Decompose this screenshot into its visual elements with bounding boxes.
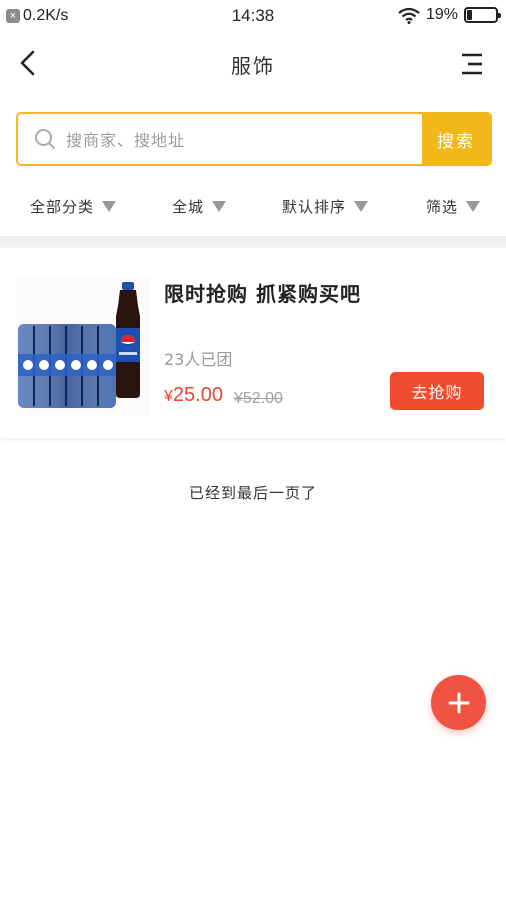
wifi-icon — [398, 7, 420, 24]
status-right: 19% — [398, 6, 501, 24]
battery-icon — [464, 7, 501, 23]
add-button[interactable] — [431, 675, 486, 730]
filter-bar: 全部分类 全城 默认排序 筛选 — [0, 190, 506, 226]
current-price: ¥25.00 — [164, 384, 223, 407]
original-price: ¥52.00 — [234, 390, 283, 407]
filter-sort[interactable]: 默认排序 — [282, 196, 369, 217]
search-icon — [35, 129, 55, 149]
filter-sort-label: 默认排序 — [282, 198, 347, 216]
nav-bar: 服饰 — [0, 32, 506, 94]
group-count: 23人已团 — [164, 350, 233, 369]
search-box: 搜商家、搜地址 搜索 — [16, 112, 492, 166]
product-card[interactable]: 限时抢购 抓紧购买吧 23人已团 ¥25.00 ¥52.00 去抢购 — [0, 250, 506, 438]
search-input[interactable]: 搜商家、搜地址 — [18, 114, 422, 164]
battery-percent: 19% — [425, 6, 458, 23]
dropdown-triangle-icon — [102, 201, 117, 212]
battery-level — [467, 10, 472, 20]
product-image[interactable] — [16, 276, 150, 416]
filter-category-label: 全部分类 — [30, 198, 95, 216]
search-button[interactable]: 搜索 — [422, 114, 490, 164]
search-placeholder: 搜商家、搜地址 — [66, 131, 186, 150]
currency-symbol: ¥ — [164, 388, 173, 405]
list-end-text: 已经到最后一页了 — [188, 484, 317, 502]
filter-screen[interactable]: 筛选 — [426, 196, 481, 217]
filter-screen-label: 筛选 — [426, 198, 459, 216]
dropdown-triangle-icon — [466, 201, 481, 212]
menu-icon[interactable] — [460, 52, 484, 76]
filter-city[interactable]: 全城 — [172, 196, 227, 217]
status-bar: × 0.2K/s 14:38 19% — [0, 0, 506, 32]
page-title: 服饰 — [231, 54, 275, 78]
filter-category[interactable]: 全部分类 — [30, 196, 117, 217]
dropdown-triangle-icon — [354, 201, 369, 212]
filter-city-label: 全城 — [172, 198, 205, 216]
plus-icon — [448, 692, 469, 713]
product-title[interactable]: 限时抢购 抓紧购买吧 — [164, 278, 361, 307]
section-divider — [0, 236, 506, 248]
dropdown-triangle-icon — [212, 201, 227, 212]
buy-now-button[interactable]: 去抢购 — [390, 372, 484, 410]
current-price-value: 25.00 — [172, 384, 223, 406]
